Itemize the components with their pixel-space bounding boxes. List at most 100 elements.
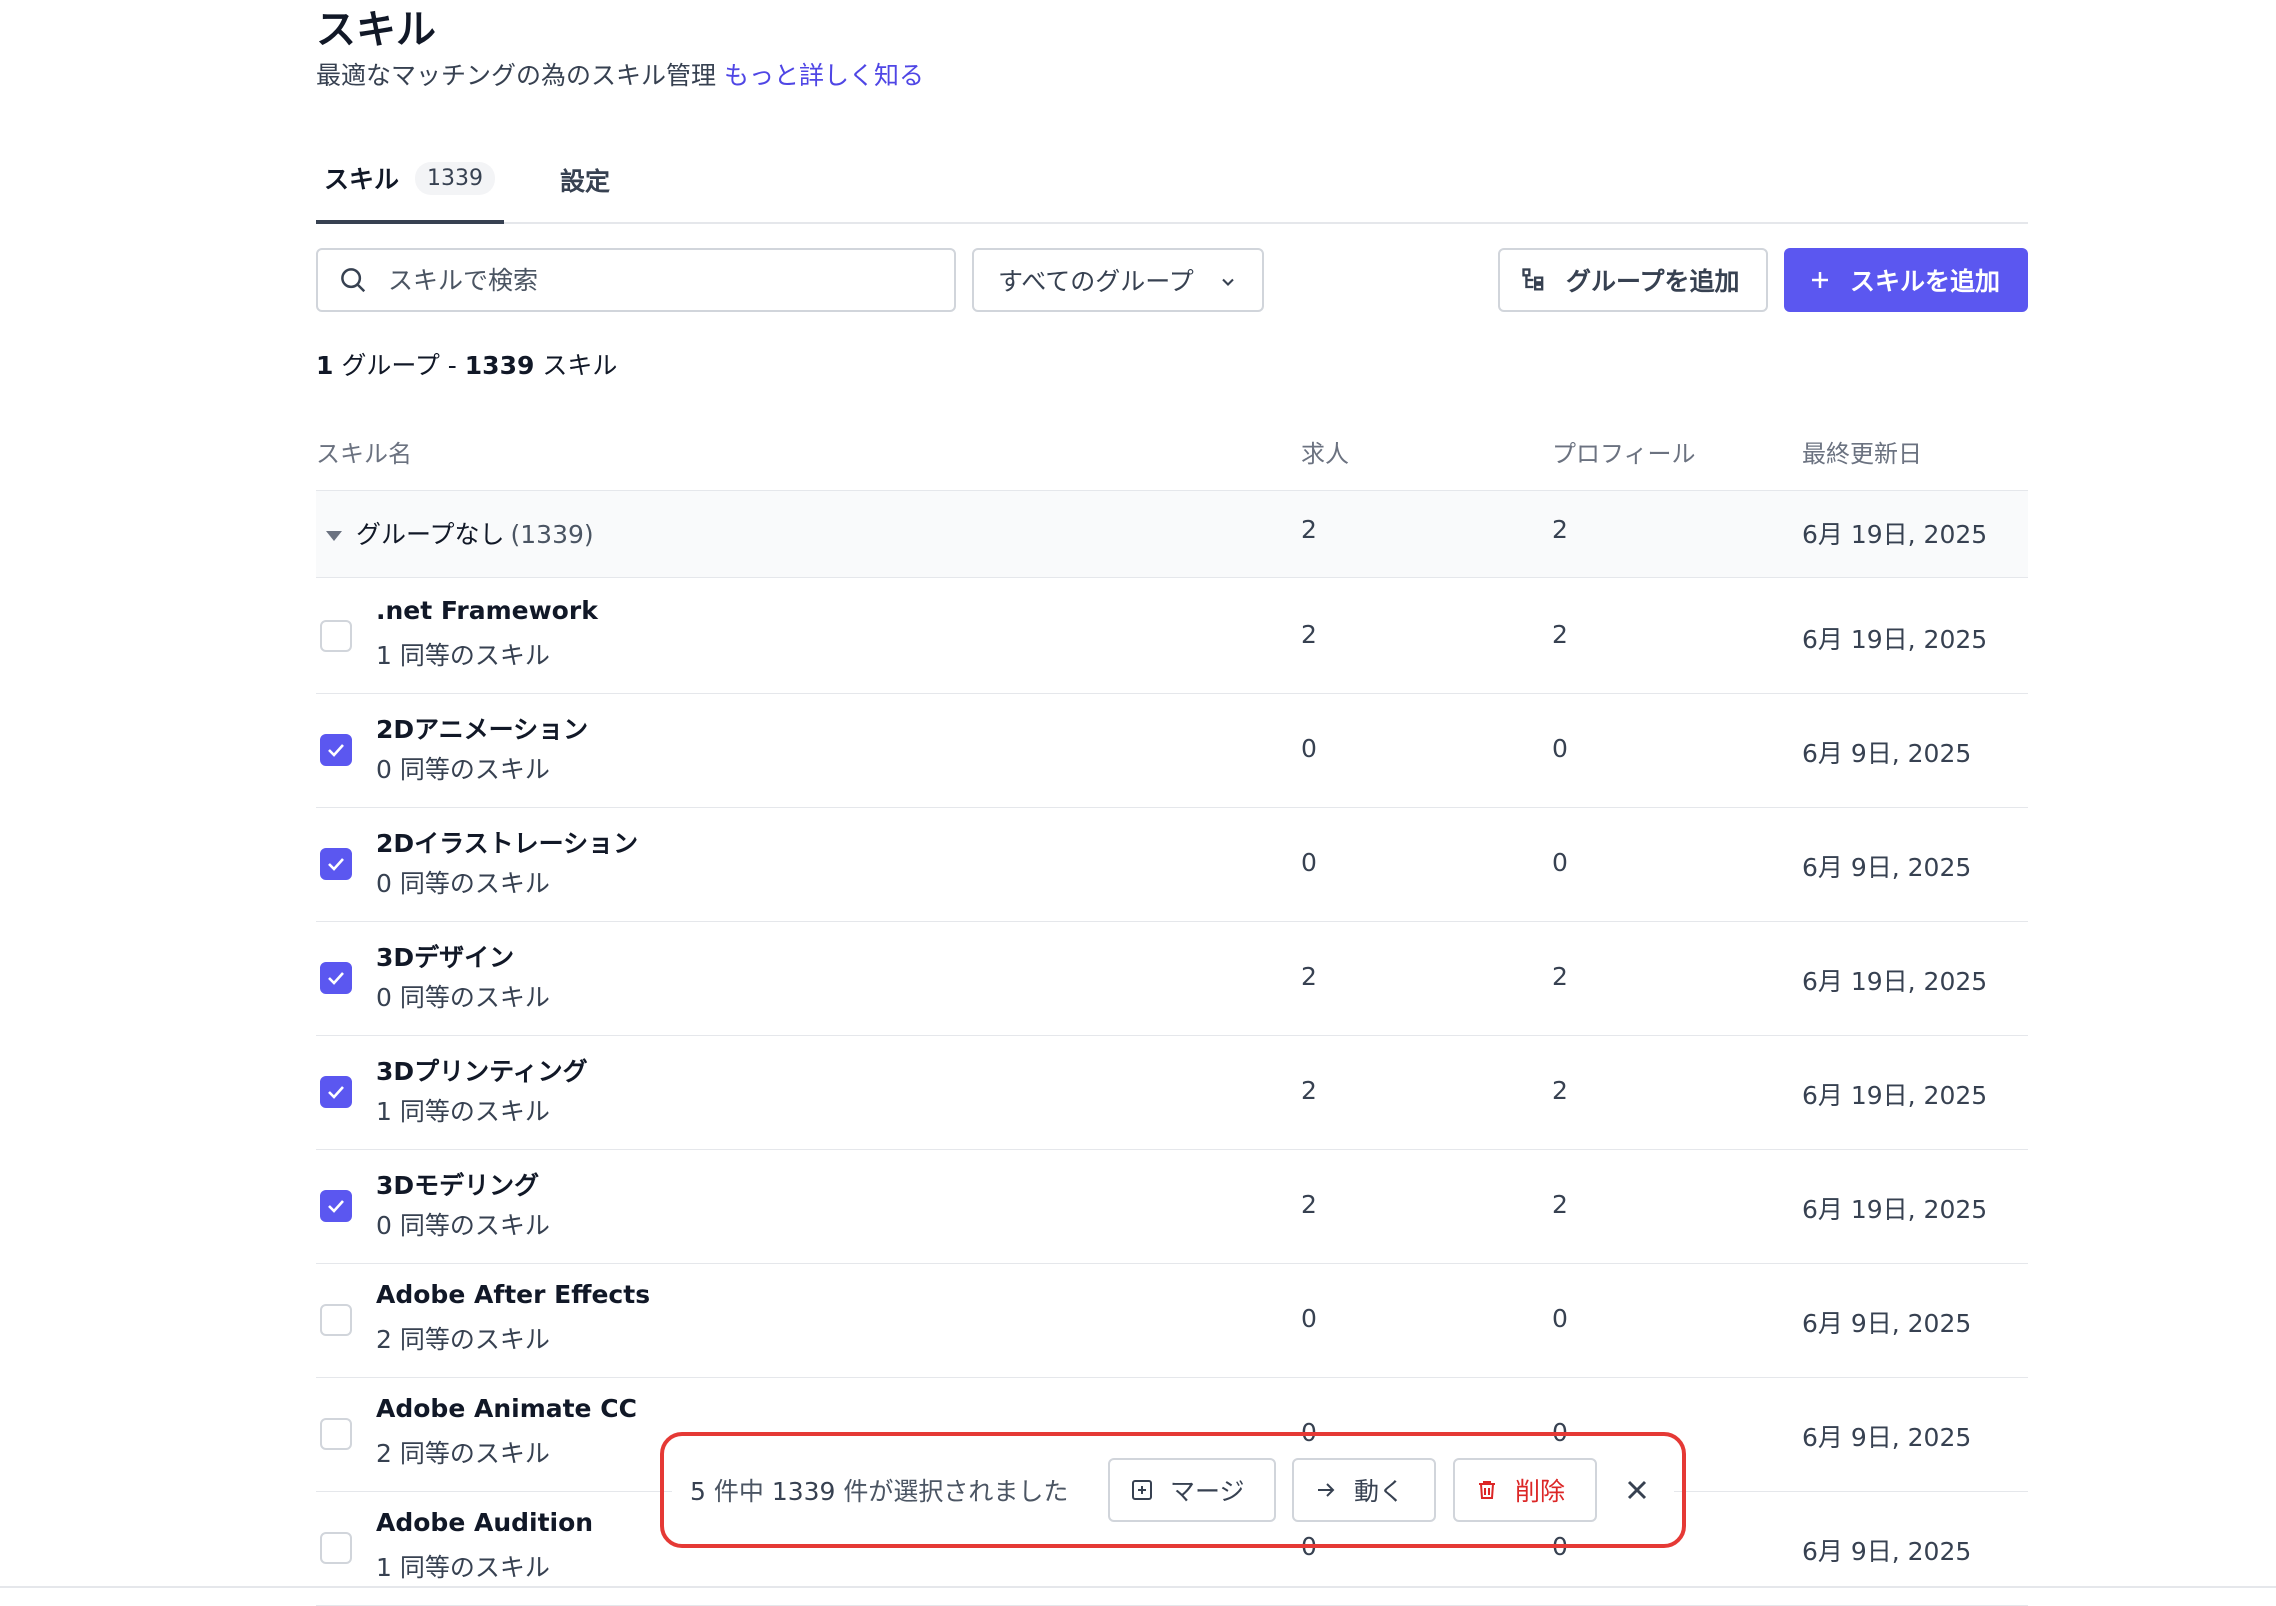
close-icon[interactable] [1621,1474,1653,1506]
skill-name[interactable]: .net Framework [376,596,598,625]
group-jobs: 2 [1301,515,1317,544]
updated-date: 6月 19日, 2025 [1802,625,1988,654]
selected-count: 5 [690,1477,706,1506]
bulk-action-bar: 5 件中 1339 件が選択されました マージ 動く 削除 [672,1444,1674,1536]
skill-name[interactable]: Adobe Audition [376,1508,593,1537]
summary-line: 1 グループ - 1339 スキル [316,346,617,382]
updated-date: 6月 9日, 2025 [1802,1423,1972,1452]
table-row[interactable]: .net Framework 1 同等のスキル 2 2 6月 19日, 2025 [316,580,2028,694]
tab-settings-label: 設定 [560,167,611,196]
summary-skills-label: スキル [542,351,618,380]
updated-date: 6月 19日, 2025 [1802,967,1988,996]
chevron-down-icon [1222,278,1234,286]
add-group-label: グループを追加 [1566,267,1740,296]
equivalent-skills: 1 同等のスキル [376,1553,550,1582]
group-profiles: 2 [1552,515,1568,544]
tab-bar: スキル 1339 設定 [316,136,2028,224]
skill-name[interactable]: 3Dデザイン [376,938,514,974]
tab-skills[interactable]: スキル 1339 [316,136,504,224]
group-tree-icon [1522,268,1544,291]
row-checkbox[interactable] [320,1532,352,1564]
equivalent-skills: 2 同等のスキル [376,1439,550,1468]
table-row[interactable]: Adobe After Effects 2 同等のスキル 0 0 6月 9日, 2025 [316,1264,2028,1378]
skill-name[interactable]: 3Dモデリング [376,1166,539,1202]
updated-date: 6月 19日, 2025 [1802,1195,1988,1224]
row-checkbox[interactable] [320,1076,352,1108]
table-row[interactable]: 3Dモデリング 0 同等のスキル 2 2 6月 19日, 2025 [316,1150,2028,1264]
search-box[interactable] [316,248,956,312]
equivalent-skills: 0 同等のスキル [376,1211,550,1240]
profiles-count: 0 [1552,848,1568,877]
skill-name[interactable]: Adobe After Effects [376,1280,650,1309]
group-row[interactable]: グループなし (1339) 2 2 6月 19日, 2025 [316,490,2028,578]
row-checkbox[interactable] [320,734,352,766]
skills-page: スキル 最適なマッチングの為のスキル管理 もっと詳しく知る スキル 1339 設定… [316,0,2028,1606]
check-icon [328,744,344,757]
updated-date: 6月 9日, 2025 [1802,1537,1972,1566]
group-filter-value: すべてのグループ [998,267,1194,296]
jobs-count: 0 [1301,848,1317,877]
equivalent-skills: 0 同等のスキル [376,983,550,1012]
selection-total: 1339 [771,1477,836,1506]
row-checkbox[interactable] [320,1304,352,1336]
search-input[interactable] [388,265,908,295]
caret-down-icon[interactable] [324,529,344,543]
updated-date: 6月 9日, 2025 [1802,853,1972,882]
skill-name[interactable]: 2Dアニメーション [376,710,588,746]
add-skill-button[interactable]: スキルを追加 [1784,248,2028,312]
column-header-jobs[interactable]: 求人 [1301,434,1349,469]
jobs-count: 2 [1301,1076,1317,1105]
page-subtitle: 最適なマッチングの為のスキル管理 もっと詳しく知る [316,58,924,94]
row-checkbox[interactable] [320,1418,352,1450]
skill-name[interactable]: 3Dプリンティング [376,1052,588,1088]
delete-button[interactable]: 削除 [1453,1458,1597,1522]
skill-name[interactable]: 2Dイラストレーション [376,824,638,860]
delete-label: 削除 [1515,1477,1566,1506]
learn-more-link[interactable]: もっと詳しく知る [724,61,924,90]
row-checkbox[interactable] [320,962,352,994]
tab-skills-label: スキル [324,165,400,194]
search-icon [341,268,366,293]
equivalent-skills: 1 同等のスキル [376,641,550,670]
row-checkbox[interactable] [320,1190,352,1222]
jobs-count: 2 [1301,962,1317,991]
profiles-count: 0 [1552,734,1568,763]
column-header-skill-name[interactable]: スキル名 [316,434,412,469]
check-icon [328,858,344,871]
tab-settings[interactable]: 設定 [560,136,610,224]
selection-count: 5 件中 1339 件が選択されました [690,1472,1068,1508]
table-row[interactable]: 3Dデザイン 0 同等のスキル 2 2 6月 19日, 2025 [316,922,2028,1036]
check-icon [328,972,344,985]
table-row[interactable]: 2Dイラストレーション 0 同等のスキル 0 0 6月 9日, 2025 [316,808,2028,922]
jobs-count: 0 [1301,1304,1317,1333]
equivalent-skills: 1 同等のスキル [376,1097,550,1126]
move-button[interactable]: 動く [1292,1458,1436,1522]
selection-suffix: 件が選択されました [843,1477,1069,1506]
equivalent-skills: 0 同等のスキル [376,755,550,784]
column-header-profiles[interactable]: プロフィール [1552,434,1696,469]
jobs-count: 0 [1301,734,1317,763]
skill-name[interactable]: Adobe Animate CC [376,1394,637,1423]
profiles-count: 2 [1552,962,1568,991]
group-updated: 6月 19日, 2025 [1802,520,1988,549]
row-checkbox[interactable] [320,848,352,880]
profiles-count: 0 [1552,1304,1568,1333]
column-header-updated[interactable]: 最終更新日 [1802,434,1922,469]
profiles-count: 2 [1552,1190,1568,1219]
row-checkbox[interactable] [320,620,352,652]
summary-group-count: 1 [316,351,334,380]
summary-groups-label: グループ - [341,351,457,380]
equivalent-skills: 0 同等のスキル [376,869,550,898]
jobs-count: 2 [1301,1190,1317,1219]
table-row[interactable]: 3Dプリンティング 1 同等のスキル 2 2 6月 19日, 2025 [316,1036,2028,1150]
merge-icon [1132,1480,1152,1500]
skills-count-badge: 1339 [415,161,496,195]
add-group-button[interactable]: グループを追加 [1498,248,1768,312]
check-icon [328,1200,344,1213]
profiles-count: 2 [1552,620,1568,649]
merge-button[interactable]: マージ [1108,1458,1276,1522]
table-row[interactable]: 2Dアニメーション 0 同等のスキル 0 0 6月 9日, 2025 [316,694,2028,808]
group-filter-dropdown[interactable]: すべてのグループ [972,248,1264,312]
group-name: グループなし (1339) [356,515,594,551]
add-skill-label: スキルを追加 [1850,267,2001,296]
